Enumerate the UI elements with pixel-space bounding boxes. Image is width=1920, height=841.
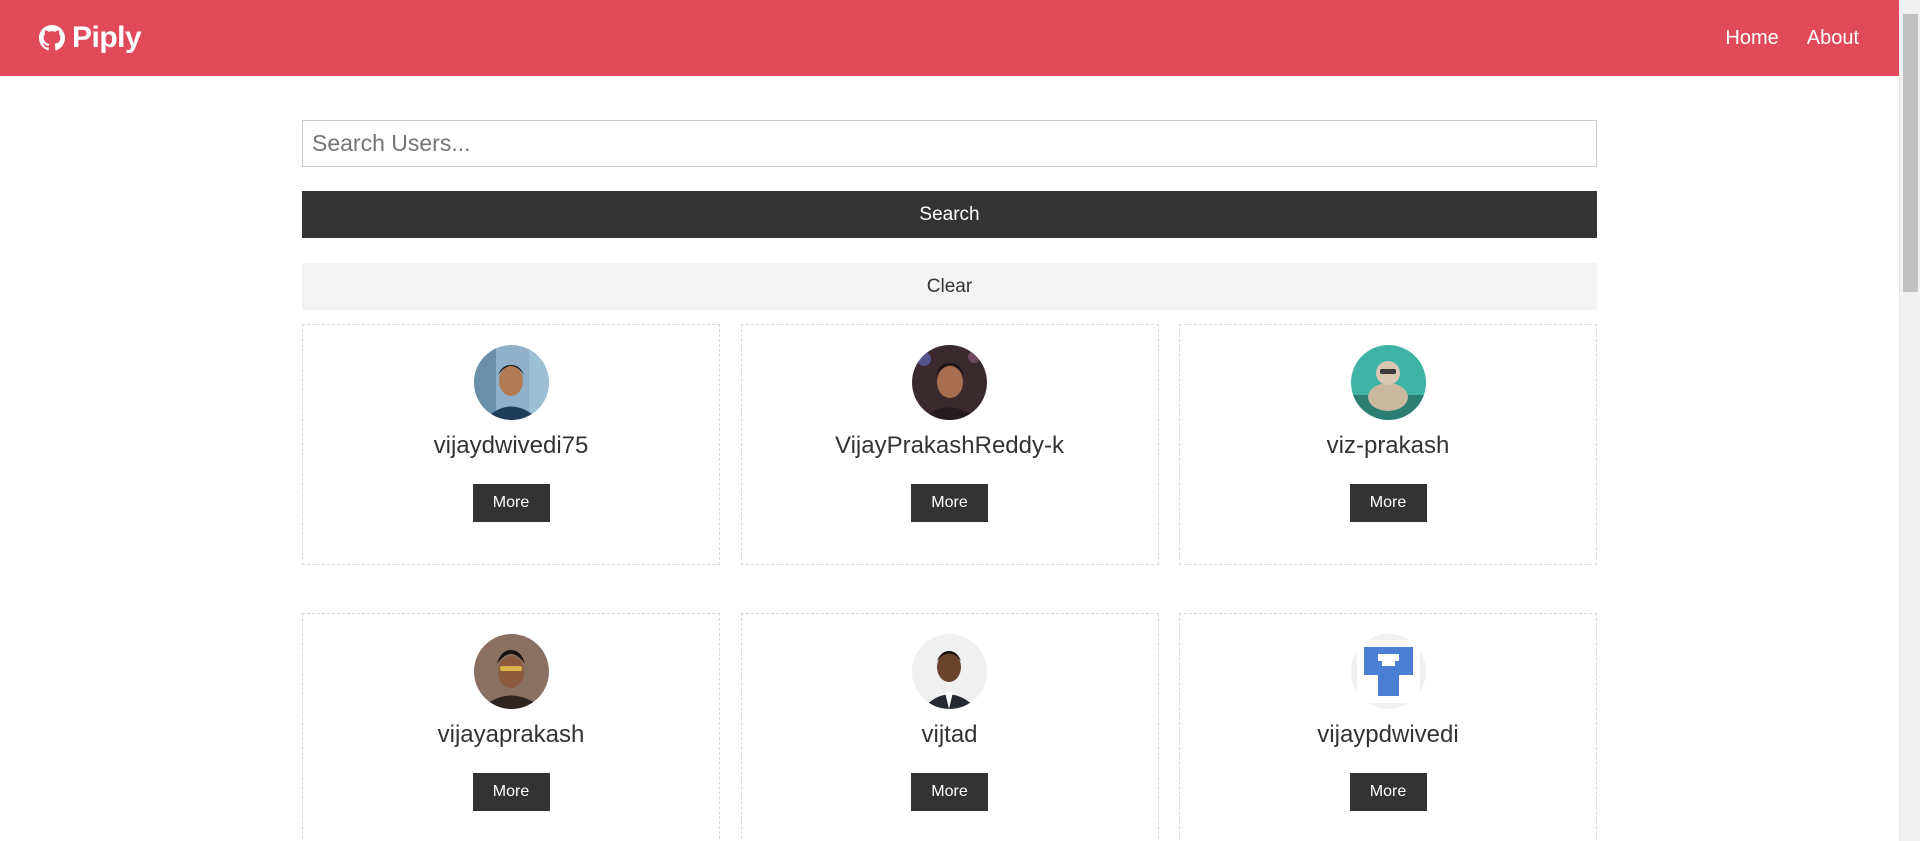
user-avatar: [1350, 634, 1426, 709]
user-card: vijaydwivedi75 More: [302, 324, 720, 565]
user-avatar: [912, 345, 987, 420]
nav-about-link[interactable]: About: [1807, 27, 1859, 50]
main-container: Search Clear vijaydwivedi75 More: [302, 120, 1597, 841]
user-grid: vijaydwivedi75 More VijayPrakashReddy-k …: [302, 324, 1597, 841]
user-avatar: [473, 634, 549, 709]
user-avatar: [1350, 345, 1426, 420]
more-button[interactable]: More: [472, 484, 550, 522]
search-input[interactable]: [302, 120, 1597, 167]
search-button[interactable]: Search: [302, 191, 1597, 238]
github-icon: [39, 25, 65, 51]
more-button[interactable]: More: [472, 773, 550, 811]
nav-home-link[interactable]: Home: [1725, 27, 1778, 50]
user-card: vijaypdwivedi More: [1179, 613, 1597, 841]
page: Piply Home About Search Clear vijaydwive: [0, 0, 1920, 841]
user-avatar: [912, 634, 987, 709]
user-card: viz-prakash More: [1179, 324, 1597, 565]
username: VijayPrakashReddy-k: [835, 432, 1064, 459]
brand-link[interactable]: Piply: [39, 21, 142, 55]
navbar: Piply Home About: [0, 0, 1899, 76]
username: vijtad: [921, 721, 978, 748]
username: viz-prakash: [1326, 432, 1450, 459]
nav-links: Home About: [1725, 27, 1859, 50]
user-card: VijayPrakashReddy-k More: [740, 324, 1159, 565]
username: vijaypdwivedi: [1317, 721, 1459, 748]
more-button[interactable]: More: [1349, 484, 1427, 522]
more-button[interactable]: More: [1349, 773, 1427, 811]
user-card: vijayaprakash More: [302, 613, 720, 841]
more-button[interactable]: More: [911, 484, 988, 522]
scrollbar[interactable]: [1899, 0, 1920, 841]
more-button[interactable]: More: [911, 773, 988, 811]
brand-name: Piply: [72, 21, 142, 54]
user-avatar: [473, 345, 549, 420]
user-card: vijtad More: [740, 613, 1159, 841]
scrollbar-thumb[interactable]: [1903, 14, 1918, 292]
username: vijaydwivedi75: [433, 432, 589, 459]
clear-button[interactable]: Clear: [302, 263, 1597, 310]
username: vijayaprakash: [437, 721, 585, 748]
